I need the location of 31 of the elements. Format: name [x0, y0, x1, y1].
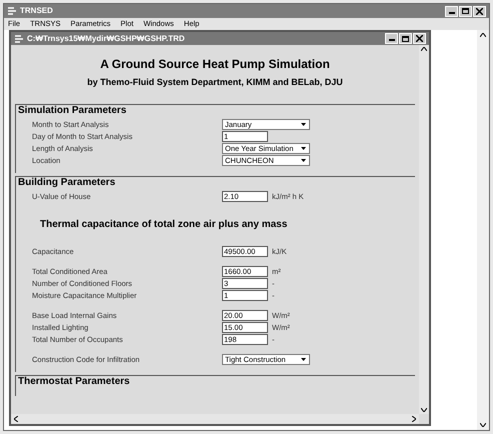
section-title: Thermostat Parameters: [18, 374, 131, 388]
scroll-right-icon: [412, 416, 416, 422]
maximize-button[interactable]: [459, 6, 472, 16]
app-icon: [7, 6, 17, 16]
minimize-button[interactable]: [445, 6, 458, 16]
dropdown-arrow-icon: [301, 159, 306, 162]
window-title: TRNSED: [20, 5, 53, 17]
scroll-down-icon: [421, 408, 427, 412]
app-icon: [14, 34, 24, 44]
close-icon: [416, 35, 423, 42]
document-title: C:₩Trnsys15₩Mydir₩GSHP₩GSHP.TRD: [27, 32, 185, 44]
outer-scrollbar[interactable]: [477, 30, 489, 430]
dropdown-arrow-icon: [301, 123, 306, 126]
form-subtitle: by Themo-Fluid System Department, KIMM and BELab, DJU: [86, 76, 344, 89]
dropdown-arrow-icon: [301, 147, 306, 150]
close-icon: [476, 8, 483, 14]
dropdown-arrow-icon: [301, 358, 306, 361]
scroll-down-icon: [480, 423, 486, 427]
section-title: Simulation Parameters: [18, 104, 128, 118]
maximize-button[interactable]: [399, 33, 412, 44]
section-title: Building Parameters: [18, 176, 116, 190]
horizontal-scrollbar[interactable]: [11, 414, 419, 424]
subsection-heading: Thermal capacitance of total zone air plus any mass: [39, 218, 288, 232]
vertical-scrollbar[interactable]: [419, 45, 429, 414]
minimize-button[interactable]: [385, 33, 398, 44]
form-title: A Ground Source Heat Pump Simulation: [99, 56, 331, 73]
close-button[interactable]: [473, 6, 486, 16]
scroll-up-icon: [421, 47, 427, 51]
scroll-up-icon: [480, 33, 486, 37]
close-button[interactable]: [413, 33, 426, 44]
scroll-left-icon: [14, 416, 18, 422]
